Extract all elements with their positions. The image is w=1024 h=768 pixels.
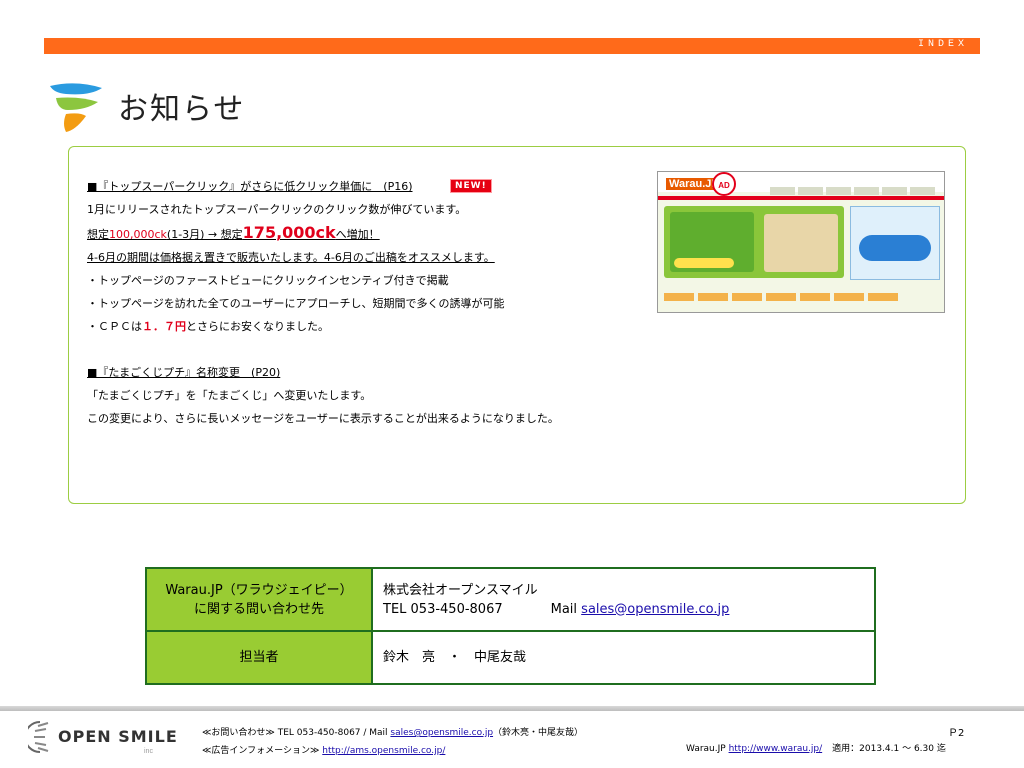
page-number: Ｐ2 <box>948 728 965 739</box>
section2-line2: この変更により、さらに長いメッセージをユーザーに表示することが出来るようになりま… <box>87 412 559 425</box>
screenshot-icon-row <box>664 286 938 301</box>
forecast-label: 想定 <box>87 228 109 241</box>
notice-box: ■『トップスーパークリック』がさらに低クリック単価に (P16) NEW! 1月… <box>68 146 966 504</box>
top-index-bar: INDEX <box>44 38 980 54</box>
contact-value: 株式会社オープンスマイル TEL 053-450-8067 Mail sales@… <box>371 566 876 633</box>
contact-label-line2: に関する問い合わせ先 <box>193 601 324 617</box>
cpc-price: １．７円 <box>142 320 186 333</box>
open-smile-logo-inc: inc <box>144 748 153 755</box>
screenshot-nav <box>770 180 942 195</box>
section1-line2: 想定100,000ck(1-3月) → 想定175,000ckへ増加！ <box>87 221 647 246</box>
footer-adinfo-label: ≪広告インフォメーション≫ <box>202 746 323 756</box>
contact-label: Warau.JP（ワラウジェイピー） に関する問い合わせ先 <box>145 566 373 633</box>
open-smile-logo-icon <box>28 721 49 753</box>
screenshot-top-banner <box>658 196 944 200</box>
footer-divider <box>0 706 1024 711</box>
section1-bullet1: ・トップページのファーストビューにクリックインセンティブ付きで掲載 <box>87 274 449 287</box>
screenshot-side-ad <box>850 206 940 280</box>
section1-bullet3: ・ＣＰＣは１．７円とさらにお安くなりました。 <box>87 315 647 338</box>
section1-heading: ■『トップスーパークリック』がさらに低クリック単価に (P16) <box>87 180 413 193</box>
cpc-label: ・ＣＰＣは <box>87 320 142 333</box>
cpc-suffix: とさらにお安くなりました。 <box>186 320 329 333</box>
page-title: お知らせ <box>118 92 246 127</box>
open-smile-logo-text: OPEN SMILE <box>58 727 178 746</box>
forecast-new: 175,000ck <box>242 223 336 242</box>
section2-line1: 「たまごくじプチ」を「たまごくじ」へ変更いたします。 <box>87 389 372 402</box>
mail-label: Mail <box>550 601 582 617</box>
forecast-suffix: へ増加！ <box>335 228 380 241</box>
company-logo-icon <box>50 83 102 132</box>
person-names: 鈴木 亮 ・ 中尾友哉 <box>371 630 876 685</box>
index-link[interactable]: INDEX <box>918 39 968 50</box>
contact-mail-link[interactable]: sales@opensmile.co.jp <box>581 602 729 617</box>
person-label: 担当者 <box>145 630 373 685</box>
footer-period: 適用：2013.4.1 ～ 6.30 迄 <box>832 744 946 754</box>
new-badge: NEW! <box>450 179 492 193</box>
contact-label-line1: Warau.JP（ワラウジェイピー） <box>165 582 353 598</box>
forecast-old: 100,000ck <box>109 228 167 241</box>
forecast-mid: (1-3月) → 想定 <box>166 228 243 241</box>
screenshot-main-banner <box>664 206 844 278</box>
section2-heading: ■『たまごくじプチ』名称変更 (P20) <box>87 366 281 379</box>
footer-adinfo-link[interactable]: http://ams.opensmile.co.jp/ <box>322 746 445 756</box>
footer-site-label: Warau.JP <box>686 744 729 754</box>
site-screenshot: Warau.JP AD <box>657 171 945 313</box>
contact-table: Warau.JP（ワラウジェイピー） に関する問い合わせ先 株式会社オープンスマ… <box>145 566 876 685</box>
contact-tel: TEL 053-450-8067 <box>383 601 503 617</box>
footer-site: Warau.JP http://www.warau.jp/適用：2013.4.1… <box>686 741 946 754</box>
screenshot-character-image <box>764 214 838 272</box>
footer-inquiry-persons: （鈴木亮・中尾友哉） <box>493 728 584 738</box>
footer-inquiry-label: ≪お問い合わせ≫ TEL 053-450-8067 / Mail <box>202 728 391 738</box>
section1-bullet2: ・トップページを訪れた全てのユーザーにアプローチし、短期間で多くの誘導が可能 <box>87 297 505 310</box>
footer-contact: ≪お問い合わせ≫ TEL 053-450-8067 / Mail sales@o… <box>202 724 583 760</box>
screenshot-ad-marker: AD <box>712 172 736 196</box>
footer-site-link[interactable]: http://www.warau.jp/ <box>729 744 823 754</box>
section1-line3: 4-6月の期間は価格据え置きで販売いたします。4-6月のご出稿をオススメします。 <box>87 251 495 264</box>
company-name: 株式会社オープンスマイル <box>383 582 538 598</box>
footer-mail-link[interactable]: sales@opensmile.co.jp <box>390 728 493 738</box>
section1-line1: 1月にリリースされたトップスーパークリックのクリック数が伸びています。 <box>87 203 467 216</box>
notice-text: ■『トップスーパークリック』がさらに低クリック単価に (P16) NEW! 1月… <box>87 175 647 430</box>
